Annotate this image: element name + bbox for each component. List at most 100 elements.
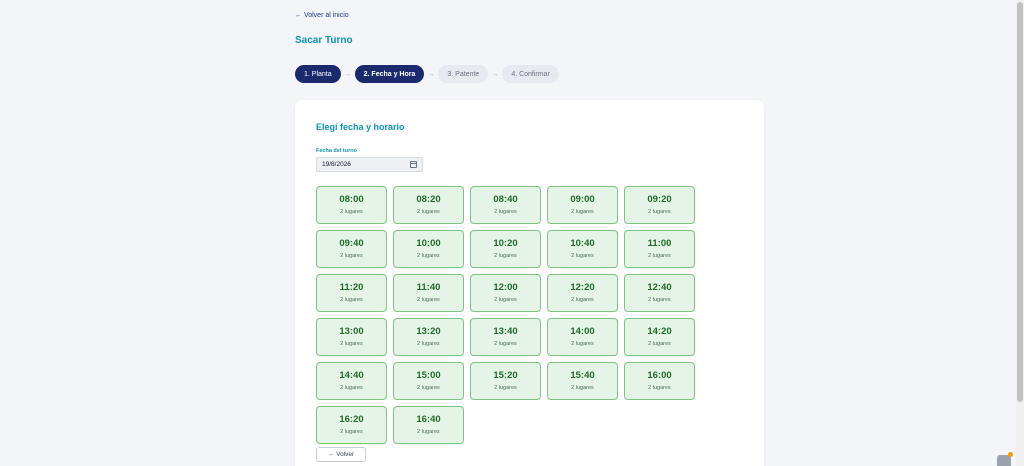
back-home-link[interactable]: ← Volver al inicio (295, 12, 349, 19)
slot-time: 15:00 (416, 370, 441, 382)
slot-time: 09:20 (647, 194, 672, 206)
step-fecha-hora[interactable]: 2. Fecha y Hora (354, 65, 425, 83)
slot-time: 08:40 (493, 194, 518, 206)
time-slot-button[interactable]: 16:20 2 lugares (316, 406, 387, 444)
slot-time: 11:20 (339, 282, 364, 294)
slot-availability: 2 lugares (571, 384, 594, 391)
slot-availability: 2 lugares (494, 296, 517, 303)
time-slot-button[interactable]: 16:00 2 lugares (624, 362, 695, 400)
slot-availability: 2 lugares (417, 296, 440, 303)
slot-time: 10:20 (493, 238, 518, 250)
time-slot-button[interactable]: 09:40 2 lugares (316, 230, 387, 268)
calendar-icon[interactable] (410, 161, 417, 168)
card-title: Elegí fecha y horario (316, 122, 405, 132)
time-slot-button[interactable]: 08:00 2 lugares (316, 186, 387, 224)
time-slot-button[interactable]: 15:20 2 lugares (470, 362, 541, 400)
notification-dot (1008, 452, 1013, 457)
time-slot-button[interactable]: 14:40 2 lugares (316, 362, 387, 400)
time-slot-button[interactable]: 12:40 2 lugares (624, 274, 695, 312)
slot-availability: 2 lugares (340, 252, 363, 259)
slot-availability: 2 lugares (648, 208, 671, 215)
page-title: Sacar Turno (295, 35, 353, 46)
time-slot-button[interactable]: 10:20 2 lugares (470, 230, 541, 268)
slot-availability: 2 lugares (417, 340, 440, 347)
slot-availability: 2 lugares (340, 428, 363, 435)
slot-availability: 2 lugares (340, 384, 363, 391)
slot-time: 10:40 (570, 238, 595, 250)
slot-time: 09:40 (339, 238, 364, 250)
slot-availability: 2 lugares (494, 208, 517, 215)
time-slot-button[interactable]: 08:20 2 lugares (393, 186, 464, 224)
slot-time: 12:40 (647, 282, 672, 294)
slot-time: 10:00 (416, 238, 441, 250)
time-slot-button[interactable]: 11:20 2 lugares (316, 274, 387, 312)
slot-availability: 2 lugares (571, 296, 594, 303)
slot-availability: 2 lugares (417, 384, 440, 391)
slot-time: 16:20 (339, 414, 364, 426)
time-slot-button[interactable]: 10:00 2 lugares (393, 230, 464, 268)
slot-availability: 2 lugares (571, 208, 594, 215)
time-slot-button[interactable]: 15:00 2 lugares (393, 362, 464, 400)
time-slot-button[interactable]: 13:00 2 lugares (316, 318, 387, 356)
time-slot-button[interactable]: 11:00 2 lugares (624, 230, 695, 268)
date-time-card: Elegí fecha y horario Fecha del turno 19… (295, 100, 764, 466)
step-arrow-icon: → (491, 70, 499, 78)
slot-time: 12:20 (570, 282, 595, 294)
time-slot-button[interactable]: 09:00 2 lugares (547, 186, 618, 224)
scrollbar-thumb[interactable] (1017, 2, 1023, 402)
back-button[interactable]: ← Volver (316, 447, 366, 462)
step-patente: 3. Patente (438, 65, 489, 83)
scrollbar-track[interactable] (1016, 0, 1024, 466)
slot-time: 09:00 (570, 194, 595, 206)
slot-availability: 2 lugares (494, 252, 517, 259)
time-slot-button[interactable]: 13:40 2 lugares (470, 318, 541, 356)
slot-time: 16:00 (647, 370, 672, 382)
slot-time: 14:00 (570, 326, 595, 338)
slot-availability: 2 lugares (494, 340, 517, 347)
step-planta[interactable]: 1. Planta (295, 65, 341, 83)
slot-time: 15:20 (493, 370, 518, 382)
slot-time: 08:00 (339, 194, 364, 206)
slot-availability: 2 lugares (340, 340, 363, 347)
time-slot-button[interactable]: 11:40 2 lugares (393, 274, 464, 312)
step-confirmar: 4. Confirmar (502, 65, 559, 83)
slot-availability: 2 lugares (417, 252, 440, 259)
time-slot-button[interactable]: 09:20 2 lugares (624, 186, 695, 224)
date-value: 19/8/2026 (322, 161, 351, 168)
slot-time: 13:00 (339, 326, 364, 338)
slot-availability: 2 lugares (417, 428, 440, 435)
step-arrow-icon: → (427, 70, 435, 78)
slot-availability: 2 lugares (340, 296, 363, 303)
slot-availability: 2 lugares (648, 252, 671, 259)
slot-availability: 2 lugares (494, 384, 517, 391)
slot-availability: 2 lugares (571, 340, 594, 347)
time-slot-button[interactable]: 12:00 2 lugares (470, 274, 541, 312)
slot-time: 13:40 (493, 326, 518, 338)
time-slot-button[interactable]: 13:20 2 lugares (393, 318, 464, 356)
slot-time: 11:40 (416, 282, 441, 294)
time-slot-button[interactable]: 08:40 2 lugares (470, 186, 541, 224)
slot-availability: 2 lugares (648, 340, 671, 347)
time-slot-button[interactable]: 12:20 2 lugares (547, 274, 618, 312)
time-slot-button[interactable]: 14:00 2 lugares (547, 318, 618, 356)
slot-time: 15:40 (570, 370, 595, 382)
slot-time: 14:20 (647, 326, 672, 338)
time-slot-button[interactable]: 16:40 2 lugares (393, 406, 464, 444)
slot-time: 12:00 (493, 282, 518, 294)
time-slot-grid: 08:00 2 lugares 08:20 2 lugares 08:40 2 lugar… (316, 186, 695, 444)
slot-availability: 2 lugares (417, 208, 440, 215)
time-slot-button[interactable]: 10:40 2 lugares (547, 230, 618, 268)
slot-time: 11:00 (647, 238, 672, 250)
date-input[interactable]: 19/8/2026 (316, 157, 423, 172)
stepper: 1. Planta → 2. Fecha y Hora → 3. Patente… (295, 65, 559, 83)
time-slot-button[interactable]: 14:20 2 lugares (624, 318, 695, 356)
slot-time: 13:20 (416, 326, 441, 338)
slot-time: 08:20 (416, 194, 441, 206)
slot-time: 16:40 (416, 414, 441, 426)
slot-time: 14:40 (339, 370, 364, 382)
slot-availability: 2 lugares (340, 208, 363, 215)
slot-availability: 2 lugares (571, 252, 594, 259)
slot-availability: 2 lugares (648, 384, 671, 391)
time-slot-button[interactable]: 15:40 2 lugares (547, 362, 618, 400)
date-field-label: Fecha del turno (316, 148, 357, 154)
